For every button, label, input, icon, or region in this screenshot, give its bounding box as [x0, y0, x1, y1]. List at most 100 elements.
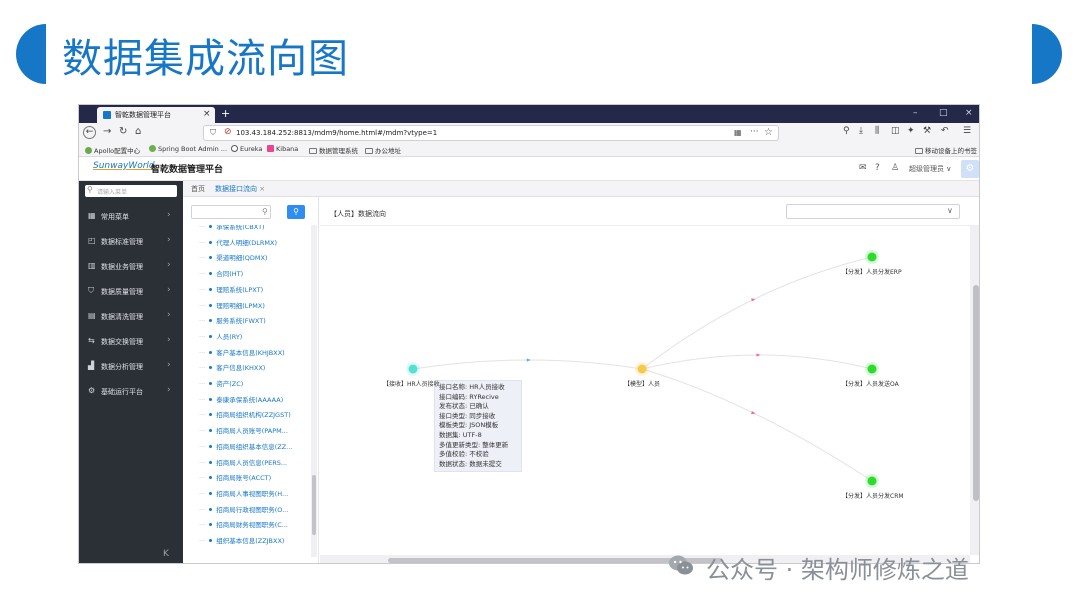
tree-bullet-icon — [209, 397, 213, 401]
sidebar-icon[interactable]: ◫ — [891, 126, 900, 136]
forward-icon[interactable]: → — [103, 126, 111, 137]
tree-search-input[interactable]: ⚲ — [191, 205, 271, 219]
bookmark-apollo[interactable]: Apollo配置中心 — [85, 145, 140, 155]
tab-data-flow[interactable]: 数据接口流向 × — [215, 184, 265, 194]
tree-item[interactable]: ··· 客户信息(KHXX) — [199, 362, 309, 374]
home-icon[interactable]: ⌂ — [135, 126, 141, 137]
sidebar-item-standard[interactable]: ◰ 数据标准管理 › — [79, 233, 183, 251]
tree-item[interactable]: ··· 组织基本信息(ZZJBXX) — [199, 535, 309, 547]
sidebar-item-quality[interactable]: ⛉ 数据质量管理 › — [79, 283, 183, 301]
menu-icon[interactable]: ☰ — [963, 126, 971, 136]
menu-search-input[interactable]: ⚲ 请输入菜单 — [85, 185, 177, 197]
tree-scrollbar[interactable] — [311, 225, 317, 557]
close-icon[interactable]: × — [259, 185, 265, 193]
flow-node-model[interactable] — [637, 364, 647, 374]
tab-close-icon[interactable]: × — [203, 109, 211, 119]
tree-item[interactable]: ··· 招商局人员信息(PERS... — [199, 457, 309, 469]
more-icon[interactable]: ··· — [750, 127, 759, 137]
flow-node-recv[interactable] — [408, 364, 418, 374]
tooltip-line: 模板类型: JSON模板 — [439, 421, 499, 430]
tree-item[interactable]: ··· 泰康承保系统(AAAAA) — [199, 394, 309, 406]
sidebar-item-clean[interactable]: ▤ 数据清洗管理 › — [79, 308, 183, 326]
bookmark-data-management[interactable]: 数据管理系统 — [309, 145, 358, 155]
back-icon[interactable]: ← — [83, 126, 96, 139]
flow-node-erp[interactable] — [867, 252, 877, 262]
bookmark-kibana[interactable]: Kibana — [267, 145, 298, 153]
graph-vertical-scrollbar[interactable] — [970, 225, 979, 555]
tree-item[interactable]: ··· 招商局行政视图职务(O... — [199, 504, 309, 516]
tree-item[interactable]: ··· 招商局人员账号(PAPM... — [199, 425, 309, 437]
tree-item[interactable]: ··· 客户基本信息(KHJBXX) — [199, 347, 309, 359]
tree-item[interactable]: ··· 招商局组织机构(ZZJGST) — [199, 409, 309, 421]
flow-arrow-icon — [751, 298, 756, 302]
bookmark-eureka[interactable]: Eureka — [231, 145, 262, 153]
tree-item[interactable]: ··· 代理人明细(DLRMX) — [199, 237, 309, 249]
tooltip-line: 多值校验: 不校验 — [439, 450, 489, 459]
app-logo[interactable]: SunwayWorld — [93, 161, 155, 171]
tools-icon[interactable]: ⚒ — [923, 126, 931, 136]
tree-item[interactable]: ··· 招商局人事视图职务(H... — [199, 488, 309, 500]
tree-item[interactable]: ··· 招商局财务视图职务(C... — [199, 519, 309, 531]
user-icon[interactable]: ♙ — [891, 163, 899, 173]
graph-filter-select[interactable]: ∨ — [786, 204, 960, 219]
library-icon[interactable]: ⫼ — [875, 126, 879, 136]
close-window-button[interactable]: × — [965, 108, 973, 118]
undo-icon[interactable]: ↶ — [941, 126, 949, 136]
tree-item[interactable]: ··· 合同(HT) — [199, 268, 309, 280]
reload-icon[interactable]: ↻ — [119, 126, 127, 137]
tree-item[interactable]: ··· 承保系统(CBXT) — [199, 225, 309, 233]
tab-home[interactable]: 首页 — [191, 184, 205, 194]
account-icon[interactable]: ⚲ — [843, 126, 850, 136]
tooltip-line: 数据状态: 数据未提交 — [439, 459, 502, 468]
message-icon[interactable]: ✉ — [859, 163, 867, 173]
flow-graph-panel: 【人员】数据流向 ∨ 接口名称: HR人员接收 接口编码: RYRecive 发布状… — [320, 197, 979, 563]
download-icon[interactable]: ⤓ — [859, 126, 863, 136]
tree-item[interactable]: ··· 理赔系统(LPXT) — [199, 284, 309, 296]
flow-graph-canvas[interactable]: 接口名称: HR人员接收 接口编码: RYRecive 发布状态: 已确认 接口类型:… — [320, 225, 979, 563]
tree-item[interactable]: ··· 招商局账号(ACCT) — [199, 472, 309, 484]
slide-title: 数据集成流向图 — [62, 36, 349, 82]
tree-connector: ··· — [199, 285, 206, 294]
url-text[interactable]: 103.43.184.252:8813/mdm9/home.html#/mdm?… — [236, 129, 437, 137]
browser-tab[interactable]: 智乾数据管理平台 × — [97, 107, 215, 123]
flow-node-oa[interactable] — [867, 364, 877, 374]
address-bar[interactable]: ⛉ ⊘ 103.43.184.252:8813/mdm9/home.html#/… — [203, 125, 779, 141]
help-icon[interactable]: ? — [875, 163, 880, 173]
tree-scrollbar-thumb[interactable] — [312, 475, 316, 535]
tree-item[interactable]: ··· 资产(ZC) — [199, 378, 309, 390]
tree-item[interactable]: ··· 人员(RY) — [199, 331, 309, 343]
new-tab-button[interactable]: + — [221, 107, 230, 120]
tree-bullet-icon — [209, 429, 213, 433]
tree-connector: ··· — [199, 364, 206, 373]
sidebar-item-common[interactable]: ▦ 常用菜单 › — [79, 208, 183, 226]
sidebar-item-exchange[interactable]: ⇆ 数据交换管理 › — [79, 333, 183, 351]
maximize-button[interactable]: □ — [939, 108, 948, 118]
qr-code-icon[interactable]: ▦ — [734, 128, 742, 137]
graph-vertical-scrollbar-thumb[interactable] — [973, 285, 979, 501]
bookmark-spring-boot-admin[interactable]: Spring Boot Admin ... — [149, 145, 227, 153]
sidebar-item-platform[interactable]: ⚙ 基础运行平台 › — [79, 383, 183, 401]
tree-item[interactable]: ··· 理赔明细(LPMX) — [199, 300, 309, 312]
bookmark-office-address[interactable]: 办公地址 — [365, 145, 401, 155]
user-name[interactable]: 超级管理员 ∨ — [909, 164, 951, 174]
tree-item[interactable]: ··· 服务系统(FWXT) — [199, 315, 309, 327]
flow-node-label: 【模型】人员 — [624, 381, 661, 388]
tree-item[interactable]: ··· 招商局组织基本信息(ZZ... — [199, 441, 309, 453]
tree-item[interactable]: ··· 渠道明细(QDMX) — [199, 252, 309, 264]
star-icon[interactable]: ☆ — [764, 127, 773, 138]
extension-icon[interactable]: ✦ — [907, 126, 915, 136]
graph-header: 【人员】数据流向 — [330, 210, 386, 218]
settings-gear-icon[interactable]: ⚙ — [961, 160, 979, 178]
tree-search-button[interactable]: ⚲ — [287, 205, 305, 219]
tree-item-label: 理赔系统(LPXT) — [216, 285, 264, 294]
sidebar-item-analysis[interactable]: ▟ 数据分析管理 › — [79, 358, 183, 376]
collapse-sidebar-icon[interactable]: K — [163, 549, 169, 559]
flow-node-crm[interactable] — [867, 476, 877, 486]
browser-tab-title: 智乾数据管理平台 — [115, 111, 171, 119]
mobile-bookmarks[interactable]: 移动设备上的书签 — [915, 145, 977, 155]
quality-icon: ⛉ — [88, 286, 94, 295]
minimize-button[interactable]: – — [913, 108, 918, 118]
tree-bullet-icon — [209, 491, 213, 495]
sidebar-item-business[interactable]: ▥ 数据业务管理 › — [79, 258, 183, 276]
tree-connector: ··· — [199, 395, 206, 404]
